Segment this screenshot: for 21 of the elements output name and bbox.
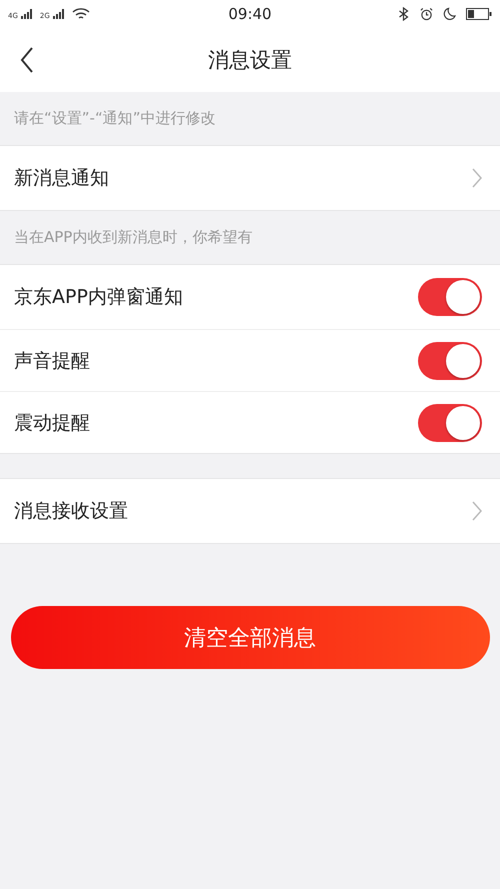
- setting-label: 京东APP内弹窗通知: [14, 285, 183, 310]
- section-hint: 当在APP内收到新消息时，你希望有: [13, 227, 254, 248]
- battery-icon: [466, 8, 492, 20]
- toggle-switch[interactable]: [418, 278, 482, 316]
- back-icon[interactable]: [20, 47, 34, 73]
- wifi-icon: [72, 7, 90, 21]
- page-title: 消息设置: [208, 47, 292, 74]
- setting-label: 声音提醒: [14, 348, 90, 374]
- moon-icon: [443, 7, 456, 21]
- setting-label: 新消息通知: [14, 166, 109, 191]
- toggle-switch[interactable]: [418, 342, 482, 380]
- section-hint: 请在“设置”-“通知”中进行修改: [13, 108, 216, 129]
- setting-label: 震动提醒: [14, 410, 90, 436]
- toggle-switch[interactable]: [418, 404, 482, 442]
- clear-messages-button[interactable]: 清空全部消息: [10, 606, 490, 669]
- status-time: 09:40: [228, 5, 272, 23]
- signal-icon: [52, 9, 65, 19]
- signal-icon: [20, 9, 33, 19]
- alarm-icon: [420, 7, 433, 21]
- bluetooth-icon: [397, 7, 410, 21]
- setting-label: 消息接收设置: [14, 499, 128, 524]
